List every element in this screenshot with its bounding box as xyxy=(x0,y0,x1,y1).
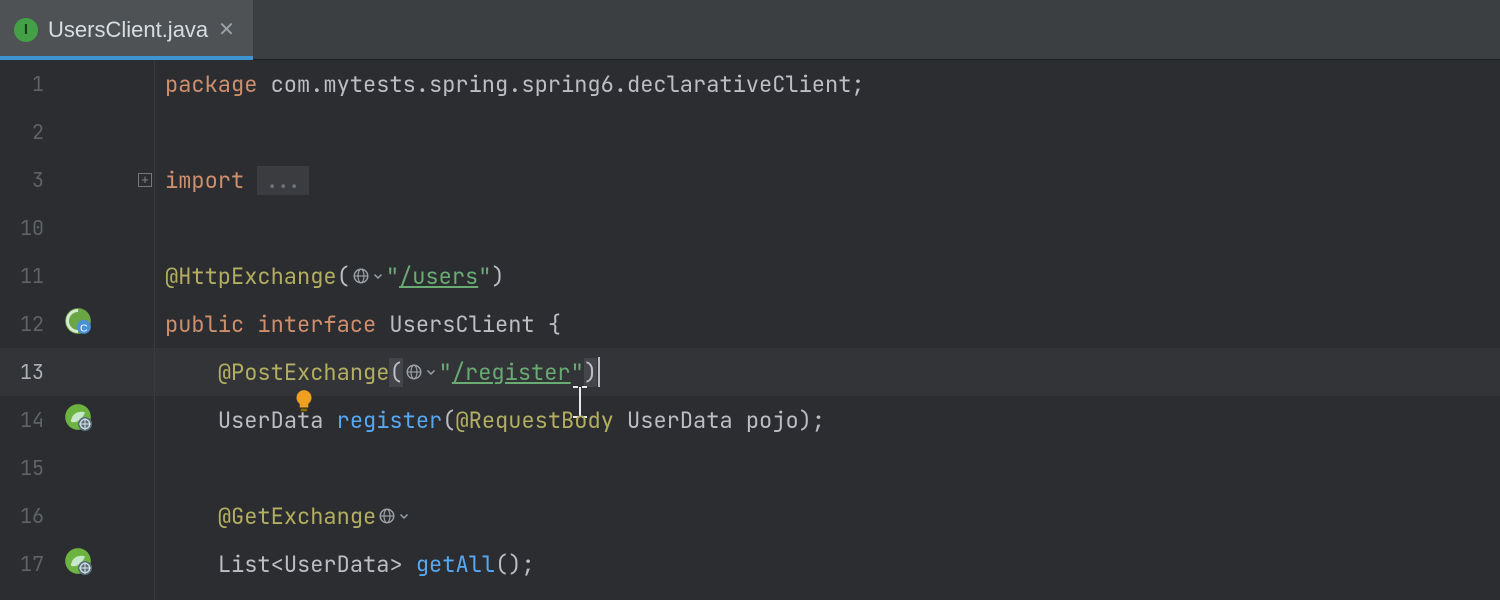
file-tab[interactable]: I UsersClient.java ✕ xyxy=(0,0,253,59)
url-actions-widget[interactable] xyxy=(378,507,410,525)
line-number[interactable]: 2 xyxy=(0,108,154,156)
annotation-getexchange: @GetExchange xyxy=(218,502,376,531)
line-number[interactable]: 17 xyxy=(0,540,154,588)
method-name: register xyxy=(337,406,443,435)
keyword-public: public xyxy=(165,310,244,339)
fold-expand-icon[interactable]: + xyxy=(138,173,152,187)
code-line[interactable]: import ... xyxy=(165,156,1500,204)
keyword-package: package xyxy=(165,70,257,99)
string-quote: " xyxy=(386,262,399,291)
line-number[interactable]: 15 xyxy=(0,444,154,492)
line-number[interactable]: 3 + xyxy=(0,156,154,204)
code-area[interactable]: package com.mytests.spring.spring6.decla… xyxy=(155,60,1500,600)
annotation-postexchange: @PostExchange xyxy=(218,358,390,387)
code-line[interactable]: @HttpExchange("/users") xyxy=(165,252,1500,300)
url-actions-widget[interactable] xyxy=(405,363,437,381)
close-tab-icon[interactable]: ✕ xyxy=(218,20,235,40)
semicolon: ; xyxy=(851,70,864,99)
code-line[interactable]: @PostExchange("/register") xyxy=(165,348,1500,396)
code-line[interactable]: public interface UsersClient { xyxy=(165,300,1500,348)
code-line[interactable] xyxy=(165,444,1500,492)
gutter: 1 2 3 + 10 11 12 C 13 14 15 16 17 xyxy=(0,60,155,600)
svg-text:C: C xyxy=(80,323,88,335)
text-caret xyxy=(598,357,600,387)
annotation-requestbody: @RequestBody xyxy=(455,406,613,435)
tab-bar: I UsersClient.java ✕ xyxy=(0,0,1500,60)
method-name: getAll xyxy=(416,550,495,579)
chevron-down-icon xyxy=(398,510,410,522)
chevron-down-icon xyxy=(425,366,437,378)
generic-type: UserData xyxy=(284,550,390,579)
class-name: UsersClient xyxy=(389,310,534,339)
chevron-down-icon xyxy=(372,270,384,282)
url-path[interactable]: /users xyxy=(399,262,478,291)
code-editor[interactable]: 1 2 3 + 10 11 12 C 13 14 15 16 17 xyxy=(0,60,1500,600)
paren-open: ( xyxy=(389,358,402,387)
param-name: pojo xyxy=(746,406,799,435)
interface-file-icon: I xyxy=(14,18,38,42)
keyword-import: import xyxy=(165,166,244,195)
code-line[interactable] xyxy=(165,108,1500,156)
text-cursor-icon xyxy=(465,356,483,390)
code-line[interactable]: package com.mytests.spring.spring6.decla… xyxy=(165,60,1500,108)
paren-close: ) xyxy=(584,358,597,387)
space xyxy=(257,70,270,99)
folded-imports[interactable]: ... xyxy=(257,166,309,195)
code-line[interactable]: @GetExchange xyxy=(165,492,1500,540)
spring-bean-gutter-icon[interactable] xyxy=(0,521,92,600)
string-quote: " xyxy=(439,358,452,387)
tab-filename: UsersClient.java xyxy=(48,17,208,43)
code-line[interactable]: List<UserData> getAll(); xyxy=(165,540,1500,588)
return-type: UserData xyxy=(218,406,324,435)
string-quote: " xyxy=(478,262,491,291)
line-number[interactable]: 1 xyxy=(0,60,154,108)
line-number[interactable]: 10 xyxy=(0,204,154,252)
param-type: UserData xyxy=(627,406,733,435)
package-name: com.mytests.spring.spring6.declarativeCl… xyxy=(271,70,852,99)
string-quote: " xyxy=(571,358,584,387)
annotation-httpexchange: @HttpExchange xyxy=(165,262,337,291)
line-number[interactable]: 14 xyxy=(0,396,154,444)
keyword-interface: interface xyxy=(257,310,376,339)
code-line[interactable] xyxy=(165,204,1500,252)
line-number[interactable]: 12 C xyxy=(0,300,154,348)
code-line[interactable]: UserData register(@RequestBody UserData … xyxy=(165,396,1500,444)
return-type: List xyxy=(218,550,271,579)
url-actions-widget[interactable] xyxy=(352,267,384,285)
